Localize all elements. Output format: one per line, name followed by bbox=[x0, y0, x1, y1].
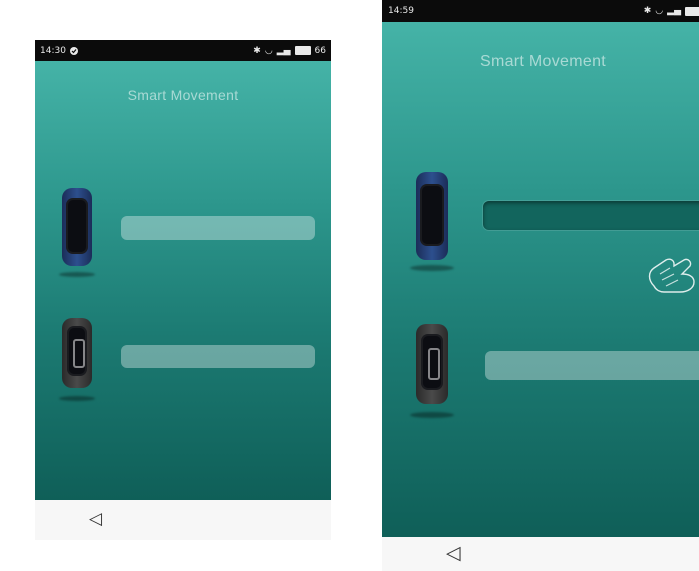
battery-level: 66 bbox=[314, 45, 326, 56]
signal-icon: ▂▄ bbox=[276, 45, 291, 56]
right-phone: 14:59 ✱ ◡ ▂▄ Smart Movement ◁ bbox=[382, 0, 699, 571]
battery-icon bbox=[685, 6, 699, 16]
left-phone: 14:30 ✱ ◡ ▂▄ 66 Smart Movement ◁ bbox=[35, 40, 331, 540]
back-triangle-icon[interactable]: ◁ bbox=[89, 509, 102, 529]
navigation-bar: ◁ bbox=[35, 500, 331, 540]
tap-hand-icon bbox=[648, 258, 695, 293]
app-title: Smart Movement bbox=[480, 53, 607, 70]
bluetooth-icon: ✱ bbox=[253, 45, 261, 56]
back-triangle-icon[interactable]: ◁ bbox=[446, 542, 461, 565]
device-row-2[interactable] bbox=[35, 316, 331, 411]
status-bar: 14:30 ✱ ◡ ▂▄ 66 bbox=[35, 40, 331, 61]
device-1-bar-pressed[interactable] bbox=[483, 201, 699, 230]
navigation-bar: ◁ bbox=[382, 537, 699, 571]
device-1-bar[interactable] bbox=[121, 216, 315, 240]
device-2-bar[interactable] bbox=[485, 351, 699, 380]
status-time: 14:59 bbox=[388, 6, 414, 16]
status-time: 14:30 bbox=[40, 45, 66, 56]
check-circle-icon bbox=[69, 46, 78, 55]
device-row-1[interactable] bbox=[35, 186, 331, 281]
status-bar: 14:59 ✱ ◡ ▂▄ bbox=[382, 0, 699, 22]
device-row-1[interactable] bbox=[382, 170, 699, 293]
dark-band-image bbox=[410, 322, 454, 427]
blue-band-image bbox=[410, 170, 454, 275]
app-screen: Smart Movement bbox=[35, 61, 331, 500]
dark-band-image bbox=[59, 316, 95, 411]
device-2-bar[interactable] bbox=[121, 345, 315, 368]
wifi-icon: ◡ bbox=[264, 45, 273, 56]
app-title: Smart Movement bbox=[127, 87, 239, 103]
signal-icon: ▂▄ bbox=[667, 6, 681, 16]
battery-icon bbox=[294, 46, 311, 55]
device-row-2[interactable] bbox=[382, 322, 699, 427]
wifi-icon: ◡ bbox=[655, 6, 664, 16]
blue-band-image bbox=[59, 186, 95, 281]
app-screen: Smart Movement bbox=[382, 22, 699, 537]
bluetooth-icon: ✱ bbox=[643, 6, 652, 16]
